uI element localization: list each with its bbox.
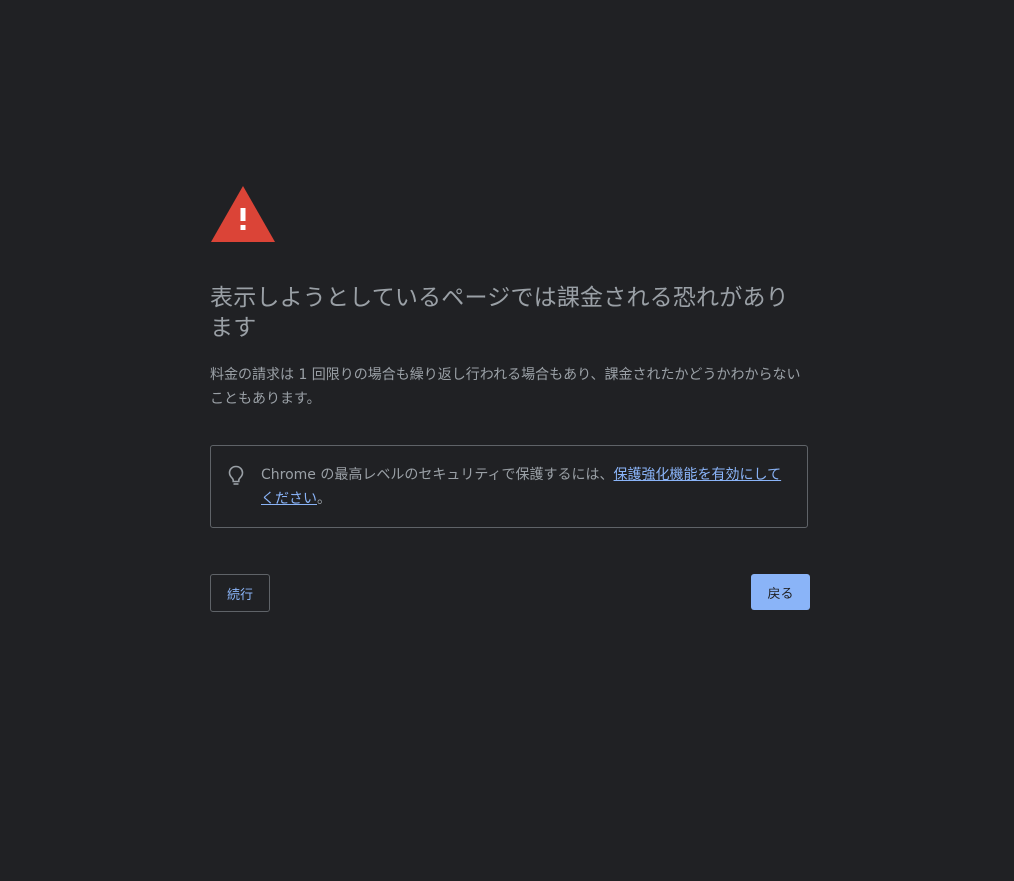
billing-warning-page: 表示しようとしているページでは課金される恐れがあります 料金の請求は 1 回限り… [0,0,1014,881]
lightbulb-icon [228,465,244,485]
warning-triangle-icon [211,186,275,242]
page-title: 表示しようとしているページでは課金される恐れがあります [210,285,789,341]
warning-description: 料金の請求は 1 回限りの場合も繰り返し行われる場合もあり、課金されたかどうかわ… [210,367,801,407]
interstitial-content: 表示しようとしているページでは課金される恐れがあります 料金の請求は 1 回限り… [210,185,810,528]
tip-text-after: 。 [317,491,331,507]
continue-button[interactable]: 続行 [210,574,270,612]
tip-text: Chrome の最高レベルのセキュリティで保護するには、保護強化機能を有効にして… [261,463,791,511]
enhanced-protection-tip: Chrome の最高レベルのセキュリティで保護するには、保護強化機能を有効にして… [210,445,808,528]
back-button[interactable]: 戻る [751,574,810,610]
tip-text-before: Chrome の最高レベルのセキュリティで保護するには、 [261,467,614,483]
button-row: 続行 戻る [210,574,810,612]
